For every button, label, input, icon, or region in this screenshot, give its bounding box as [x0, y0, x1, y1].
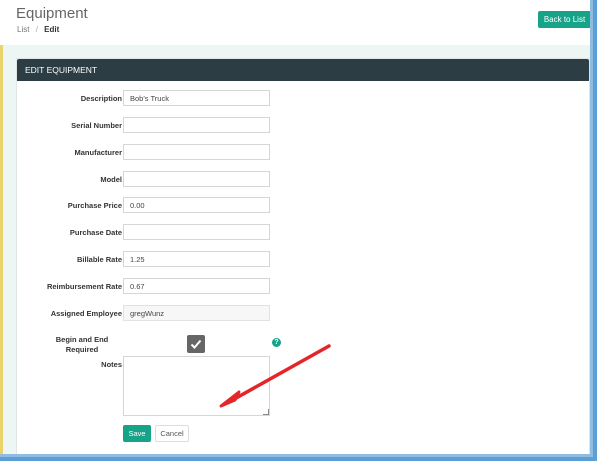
assigned-employee-select[interactable]: gregWunz — [123, 305, 270, 321]
manufacturer-row: Manufacturer — [17, 144, 589, 162]
reimbursement-rate-input[interactable]: 0.67 — [123, 278, 270, 294]
manufacturer-label: Manufacturer — [74, 148, 122, 157]
panel-title: EDIT EQUIPMENT — [17, 59, 589, 81]
purchase-date-row: Purchase Date — [17, 224, 589, 242]
back-to-list-button[interactable]: Back to List — [538, 11, 590, 28]
breadcrumb: List / Edit — [17, 25, 59, 34]
purchase-price-row: Purchase Price 0.00 — [17, 197, 589, 215]
description-label: Description — [80, 94, 122, 103]
purchase-date-label: Purchase Date — [69, 228, 122, 237]
app-window: Equipment List / Edit Back to List EDIT … — [0, 0, 593, 457]
checkmark-icon — [190, 339, 202, 349]
model-row: Model — [17, 171, 589, 189]
billable-rate-input[interactable]: 1.25 — [123, 251, 270, 267]
reimbursement-rate-row: Reimbursement Rate 0.67 — [17, 278, 589, 296]
description-row: Description Bob's Truck — [17, 90, 589, 108]
begin-end-required-label: Begin and End Required — [53, 335, 111, 355]
breadcrumb-list-link[interactable]: List — [17, 25, 29, 34]
description-input[interactable]: Bob's Truck — [123, 90, 270, 106]
begin-end-label-line1: Begin and End — [55, 335, 109, 344]
assigned-employee-row: Assigned Employee gregWunz — [17, 305, 589, 323]
page-title: Equipment — [16, 5, 88, 22]
cancel-button[interactable]: Cancel — [155, 425, 189, 442]
purchase-price-label: Purchase Price — [67, 201, 122, 210]
purchase-date-input[interactable] — [123, 224, 270, 240]
serial-number-label: Serial Number — [71, 121, 122, 130]
model-label: Model — [100, 175, 122, 184]
purchase-price-input[interactable]: 0.00 — [123, 197, 270, 213]
serial-number-input[interactable] — [123, 117, 270, 133]
edit-equipment-panel: EDIT EQUIPMENT Description Bob's Truck S… — [16, 58, 590, 454]
annotation-arrow-icon — [219, 344, 331, 408]
serial-number-row: Serial Number — [17, 117, 589, 135]
save-button[interactable]: Save — [123, 425, 151, 442]
begin-end-required-checkbox[interactable] — [187, 335, 205, 353]
breadcrumb-separator: / — [35, 25, 38, 34]
assigned-employee-label: Assigned Employee — [50, 309, 122, 318]
manufacturer-input[interactable] — [123, 144, 270, 160]
begin-end-label-line2: Required — [65, 345, 99, 354]
breadcrumb-current: Edit — [44, 25, 60, 34]
billable-rate-row: Billable Rate 1.25 — [17, 251, 589, 269]
page-header: Equipment List / Edit Back to List — [0, 0, 590, 45]
model-input[interactable] — [123, 171, 270, 187]
reimbursement-rate-label: Reimbursement Rate — [46, 282, 122, 291]
notes-label: Notes — [101, 360, 122, 369]
billable-rate-label: Billable Rate — [76, 255, 122, 264]
